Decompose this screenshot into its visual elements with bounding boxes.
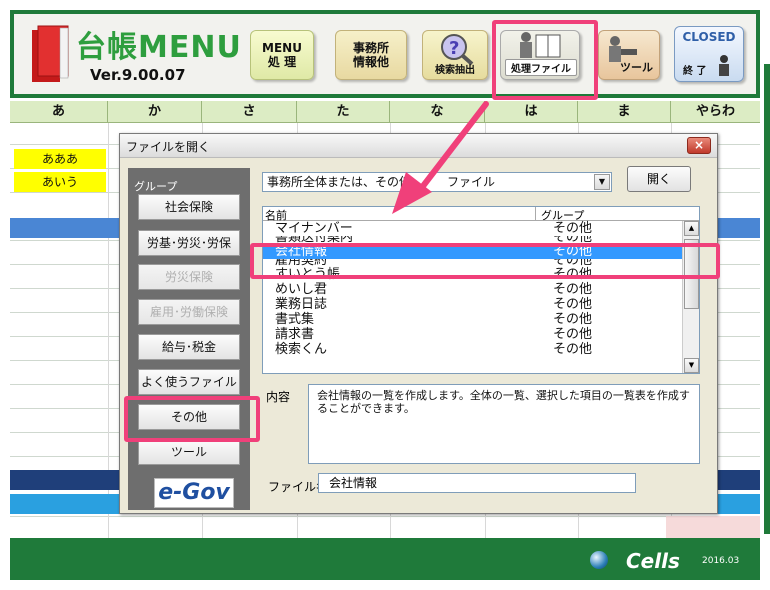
chevron-down-icon[interactable]: ▼ bbox=[594, 174, 610, 190]
kana-col-ma[interactable]: ま bbox=[578, 101, 671, 122]
filename-field[interactable]: 会社情報 bbox=[318, 473, 636, 493]
kana-col-sa[interactable]: さ bbox=[202, 101, 297, 122]
file-group: その他 bbox=[553, 221, 593, 236]
file-group: その他 bbox=[553, 327, 593, 342]
column-divider bbox=[535, 207, 536, 221]
release-date: 2016.03 bbox=[702, 556, 740, 566]
menu-process-button[interactable]: MENU 処 理 bbox=[250, 30, 314, 80]
kana-index-row: あ か さ た な は ま やらわ bbox=[10, 101, 760, 123]
egov-logo-text: e-Gov bbox=[158, 480, 230, 505]
kana-col-a[interactable]: あ bbox=[10, 101, 108, 122]
highlight-other-group bbox=[124, 396, 260, 442]
scroll-down-icon[interactable]: ▼ bbox=[684, 358, 699, 373]
group-workers-comp-button[interactable]: 労災保険 bbox=[138, 264, 240, 290]
tools-button-label: ツール bbox=[620, 61, 653, 74]
globe-icon bbox=[590, 551, 608, 569]
file-name: 請求書 bbox=[275, 327, 315, 342]
search-extract-button[interactable]: ? 検索抽出 bbox=[422, 30, 488, 80]
close-app-button[interactable]: CLOSED 終 了 bbox=[674, 26, 744, 82]
app-title: 台帳MENU bbox=[76, 30, 242, 65]
version-label: Ver.9.00.07 bbox=[90, 66, 186, 84]
description-box: 会社情報の一覧を作成します。全体の一覧、選択した項目の一覧表を作成することができ… bbox=[308, 384, 700, 464]
highlight-process-files bbox=[492, 20, 598, 100]
kana-col-na[interactable]: な bbox=[390, 101, 485, 122]
exit-label: 終 了 bbox=[683, 66, 707, 77]
file-name: マイナンバー bbox=[275, 221, 353, 236]
file-group: その他 bbox=[553, 342, 593, 357]
scroll-up-icon[interactable]: ▲ bbox=[684, 221, 699, 236]
group-social-insurance-button[interactable]: 社会保険 bbox=[138, 194, 240, 220]
pink-cell bbox=[666, 516, 760, 538]
office-button-line1: 事務所 bbox=[352, 41, 389, 55]
office-info-button[interactable]: 事務所 情報他 bbox=[335, 30, 407, 80]
file-list[interactable]: 名前 グループ マイナンバー その他 書類送付案内 その他 会社情報 その他 雇… bbox=[262, 206, 700, 374]
kana-col-yarawa[interactable]: やらわ bbox=[671, 101, 760, 122]
frame-edge bbox=[764, 64, 770, 534]
dialog-title: ファイルを開く bbox=[126, 140, 211, 154]
brand-label: Cells bbox=[626, 549, 680, 573]
open-button[interactable]: 開く bbox=[627, 166, 691, 192]
file-name: 検索くん bbox=[275, 342, 328, 357]
file-row[interactable]: めいし君 その他 bbox=[263, 282, 683, 297]
file-row[interactable]: 書式集 その他 bbox=[263, 312, 683, 327]
office-button-line2: 情報他 bbox=[352, 55, 389, 69]
menu-button-line2: 処 理 bbox=[267, 55, 297, 69]
file-name: 書式集 bbox=[275, 312, 315, 327]
kana-col-ta[interactable]: た bbox=[297, 101, 390, 122]
tools-button[interactable]: ツール bbox=[598, 30, 660, 80]
file-name: めいし君 bbox=[275, 282, 328, 297]
file-group: その他 bbox=[553, 297, 593, 312]
file-group: その他 bbox=[553, 312, 593, 327]
description-label: 内容 bbox=[266, 390, 291, 404]
file-list-header: 名前 グループ bbox=[263, 207, 699, 222]
file-row[interactable]: マイナンバー その他 bbox=[263, 221, 683, 236]
file-row[interactable]: 業務日誌 その他 bbox=[263, 297, 683, 312]
exit-person-icon bbox=[719, 55, 729, 76]
search-button-label: 検索抽出 bbox=[435, 65, 475, 76]
kana-col-ha[interactable]: は bbox=[485, 101, 578, 122]
group-employment-insurance-button[interactable]: 雇用･労働保険 bbox=[138, 299, 240, 325]
file-list-rows: マイナンバー その他 書類送付案内 その他 会社情報 その他 雇用契約 その他 … bbox=[263, 221, 683, 357]
file-scope-value: 事務所全体または、その他 ファイル bbox=[267, 175, 496, 189]
file-group: その他 bbox=[553, 282, 593, 297]
group-label: グループ bbox=[134, 180, 178, 193]
closed-label: CLOSED bbox=[682, 30, 736, 44]
open-file-dialog: ファイルを開く × グループ 社会保険 労基･労災･労保 労災保険 雇用･労働保… bbox=[119, 133, 718, 514]
group-tools-button[interactable]: ツール bbox=[138, 439, 240, 465]
close-button[interactable]: × bbox=[687, 137, 711, 154]
kana-col-ka[interactable]: か bbox=[108, 101, 202, 122]
dialog-titlebar[interactable]: ファイルを開く × bbox=[120, 134, 717, 158]
sheet-name-cell[interactable]: あああ bbox=[14, 149, 106, 169]
file-scope-select[interactable]: 事務所全体または、その他 ファイル ▼ bbox=[262, 172, 612, 192]
menu-button-line1: MENU bbox=[262, 41, 302, 55]
group-labor-standards-button[interactable]: 労基･労災･労保 bbox=[138, 230, 240, 256]
sheet-name-cell[interactable]: あいう bbox=[14, 172, 106, 192]
egov-link[interactable]: e-Gov bbox=[154, 478, 234, 508]
file-row[interactable]: 検索くん その他 bbox=[263, 342, 683, 357]
file-row[interactable]: 請求書 その他 bbox=[263, 327, 683, 342]
ledger-book-icon bbox=[32, 25, 69, 82]
file-name: 業務日誌 bbox=[275, 297, 328, 312]
group-favorites-button[interactable]: よく使うファイル bbox=[138, 369, 240, 395]
highlight-selected-file bbox=[250, 243, 720, 279]
svg-text:?: ? bbox=[449, 38, 459, 59]
grid-line bbox=[10, 516, 760, 517]
group-payroll-tax-button[interactable]: 給与･税金 bbox=[138, 334, 240, 360]
